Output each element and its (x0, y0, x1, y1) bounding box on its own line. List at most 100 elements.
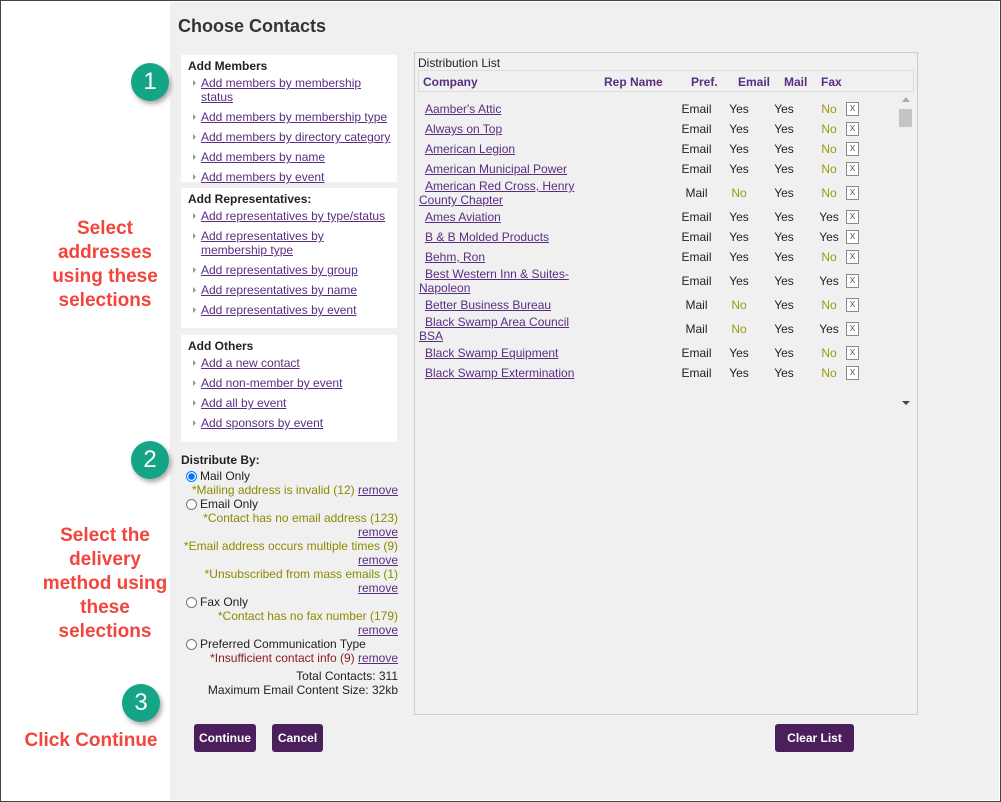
remove-row-button[interactable]: x (846, 366, 859, 380)
add-representatives-section: Add Representatives: Add representatives … (181, 188, 397, 328)
members-link[interactable]: Add members by membership status (188, 76, 391, 104)
fax-cell: No (821, 346, 837, 360)
distribute-warning: *Insufficient contact info (9) remove (181, 651, 398, 665)
company-link[interactable]: B & B Molded Products (425, 230, 549, 244)
company-link[interactable]: Always on Top (425, 122, 502, 136)
fax-cell: No (821, 142, 837, 156)
column-mail: Mail (784, 75, 808, 89)
remove-row-button[interactable]: x (846, 322, 859, 336)
remove-link[interactable]: remove (358, 623, 398, 637)
distribution-list-panel: Distribution List Company Rep Name Pref.… (414, 52, 918, 715)
distribute-radio[interactable] (186, 498, 197, 510)
others-link[interactable]: Add all by event (188, 396, 391, 410)
reps-link[interactable]: Add representatives by membership type (188, 229, 391, 257)
reps-link[interactable]: Add representatives by type/status (188, 209, 391, 223)
others-link[interactable]: Add non-member by event (188, 376, 391, 390)
pref-cell: Email (681, 366, 712, 380)
distribute-radio[interactable] (186, 638, 197, 650)
warning-text: *Contact has no fax number (179) (217, 609, 398, 623)
email-cell: No (731, 298, 747, 312)
warning-text: *Mailing address is invalid (12) (191, 483, 355, 497)
members-link[interactable]: Add members by membership type (188, 110, 391, 124)
column-rep-name: Rep Name (604, 75, 663, 89)
company-link[interactable]: Black Swamp Equipment (425, 346, 558, 360)
remove-link[interactable]: remove (358, 651, 398, 665)
company-cell: Better Business Bureau (419, 298, 589, 312)
distribute-option[interactable]: Mail Only (185, 469, 398, 483)
remove-row-button[interactable]: x (846, 230, 859, 244)
scrollbar[interactable] (899, 97, 913, 407)
company-cell: American Legion (419, 142, 589, 156)
reps-link[interactable]: Add representatives by group (188, 263, 391, 277)
company-link[interactable]: Aamber's Attic (425, 102, 501, 116)
email-cell: No (731, 322, 747, 336)
company-cell: Always on Top (419, 122, 589, 136)
remove-row-button[interactable]: x (846, 250, 859, 264)
remove-row-button[interactable]: x (846, 274, 859, 288)
distribute-radio[interactable] (186, 470, 197, 482)
company-link[interactable]: Better Business Bureau (425, 298, 551, 312)
company-link[interactable]: Best Western Inn & Suites-Napoleon (419, 267, 569, 295)
distribute-by-heading: Distribute By: (181, 453, 260, 467)
pref-cell: Email (681, 274, 712, 288)
remove-link[interactable]: remove (358, 525, 398, 539)
table-header: Company Rep Name Pref. Email Mail Fax (418, 70, 914, 92)
scroll-up-arrow-icon[interactable] (902, 97, 910, 102)
remove-row-button[interactable]: x (846, 102, 859, 116)
email-cell: Yes (729, 250, 749, 264)
scroll-thumb[interactable] (899, 109, 912, 127)
table-row: Black Swamp Area Council BSA Mail No Yes Yes… (419, 315, 899, 343)
distribute-option[interactable]: Fax Only (185, 595, 398, 609)
scroll-down-arrow-icon[interactable] (902, 401, 910, 405)
table-row: Black Swamp Extermination Email Yes Yes No x (419, 363, 899, 383)
pref-cell: Mail (685, 298, 708, 312)
company-cell: Black Swamp Equipment (419, 346, 589, 360)
remove-row-button[interactable]: x (846, 142, 859, 156)
members-heading: Add Members (188, 59, 268, 73)
members-link[interactable]: Add members by name (188, 150, 391, 164)
distribute-option[interactable]: Preferred Communication Type (185, 637, 398, 651)
remove-link[interactable]: remove (358, 553, 398, 567)
reps-link[interactable]: Add representatives by event (188, 303, 391, 317)
company-link[interactable]: Ames Aviation (425, 210, 501, 224)
clear-list-button[interactable]: Clear List (775, 724, 854, 752)
total-contacts: Total Contacts: 311 (296, 669, 398, 683)
mail-cell: Yes (774, 142, 794, 156)
distribute-warning: *Contact has no fax number (179) remove (181, 609, 398, 637)
distribute-option-label: Preferred Communication Type (200, 637, 366, 651)
remove-row-button[interactable]: x (846, 186, 859, 200)
distribute-radio[interactable] (186, 596, 197, 608)
mail-cell: Yes (774, 102, 794, 116)
fax-cell: Yes (819, 274, 839, 288)
remove-row-button[interactable]: x (846, 298, 859, 312)
annotation-select-addresses: Select addresses using these selections (52, 218, 158, 311)
mail-cell: Yes (774, 162, 794, 176)
members-link[interactable]: Add members by event (188, 170, 391, 184)
table-row: B & B Molded Products Email Yes Yes Yes x (419, 227, 899, 247)
pref-cell: Email (681, 346, 712, 360)
remove-row-button[interactable]: x (846, 122, 859, 136)
company-link[interactable]: Behm, Ron (425, 250, 485, 264)
company-link[interactable]: American Legion (425, 142, 515, 156)
remove-link[interactable]: remove (358, 483, 398, 497)
fax-cell: No (821, 366, 837, 380)
company-link[interactable]: Black Swamp Extermination (425, 366, 574, 380)
remove-row-button[interactable]: x (846, 346, 859, 360)
cancel-button[interactable]: Cancel (272, 724, 323, 752)
company-link[interactable]: American Red Cross, Henry County Chapter (419, 179, 574, 207)
distribute-option-label: Fax Only (200, 595, 249, 609)
others-link[interactable]: Add sponsors by event (188, 416, 391, 430)
company-link[interactable]: American Municipal Power (425, 162, 567, 176)
remove-row-button[interactable]: x (846, 162, 859, 176)
distribute-option[interactable]: Email Only (185, 497, 398, 511)
continue-button[interactable]: Continue (194, 724, 256, 752)
members-link[interactable]: Add members by directory category (188, 130, 391, 144)
remove-link[interactable]: remove (358, 581, 398, 595)
reps-link[interactable]: Add representatives by name (188, 283, 391, 297)
warning-text: *Insufficient contact info (9) (210, 651, 355, 665)
fax-cell: No (821, 102, 837, 116)
pref-cell: Email (681, 250, 712, 264)
others-link[interactable]: Add a new contact (188, 356, 391, 370)
remove-row-button[interactable]: x (846, 210, 859, 224)
company-link[interactable]: Black Swamp Area Council BSA (419, 315, 569, 343)
